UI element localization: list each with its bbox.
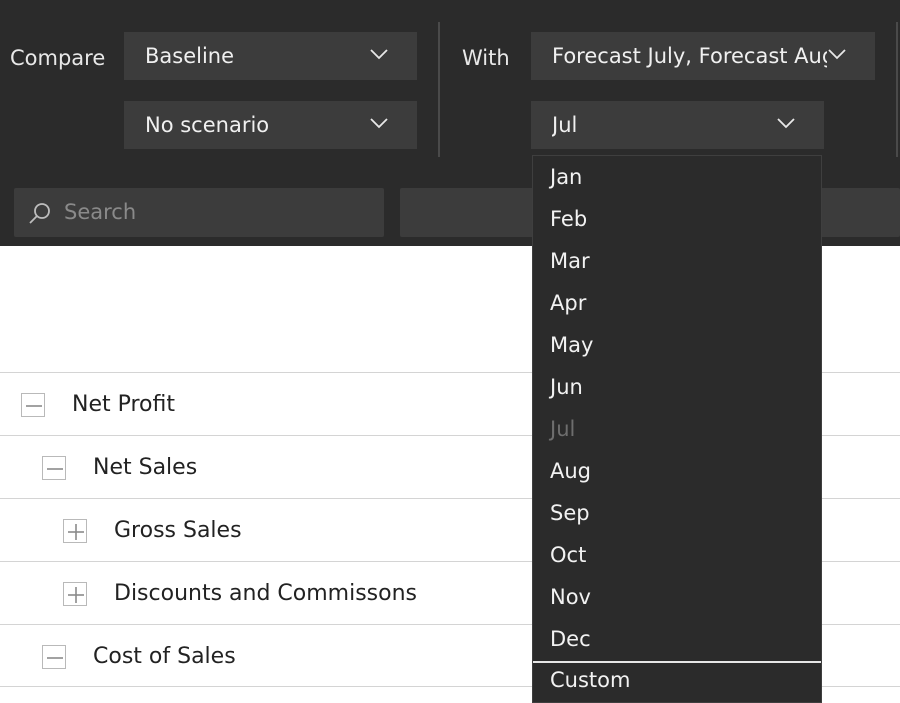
- menu-item-custom[interactable]: Custom: [533, 659, 821, 701]
- chevron-down-icon: [828, 49, 846, 60]
- toolbar-divider: [438, 22, 440, 157]
- menu-item-jul: Jul: [550, 417, 576, 441]
- menu-item-nov[interactable]: Nov: [533, 576, 821, 618]
- chevron-down-icon: [777, 118, 795, 129]
- menu-item-feb[interactable]: Feb: [533, 198, 821, 240]
- menu-item-jun[interactable]: Jun: [533, 366, 821, 408]
- expand-icon[interactable]: [63, 582, 87, 606]
- menu-item-aug[interactable]: Aug: [533, 450, 821, 492]
- with-dropdown[interactable]: Forecast July, Forecast Aug: [531, 32, 875, 80]
- row-label: Gross Sales: [114, 518, 242, 543]
- menu-item-may[interactable]: May: [533, 324, 821, 366]
- compare-label: Compare: [10, 46, 106, 70]
- menu-item-dec[interactable]: Dec: [533, 618, 821, 660]
- compare-dropdown-value: Baseline: [145, 44, 235, 68]
- month-dropdown-value: Jul: [552, 113, 578, 137]
- with-label: With: [462, 46, 510, 70]
- scenario-dropdown-value: No scenario: [145, 113, 270, 137]
- collapse-icon[interactable]: [21, 393, 45, 417]
- expand-icon[interactable]: [63, 519, 87, 543]
- month-dropdown[interactable]: Jul: [531, 101, 824, 149]
- search-box[interactable]: [14, 188, 384, 237]
- chevron-down-icon: [370, 118, 388, 129]
- menu-item-jan[interactable]: Jan: [533, 156, 821, 198]
- search-icon: [29, 203, 50, 224]
- menu-item-apr[interactable]: Apr: [533, 282, 821, 324]
- toolbar-divider-right: [896, 22, 898, 157]
- month-dropdown-menu: Jan Feb Mar Apr May Jun Jul Aug Sep Oct …: [532, 155, 822, 703]
- row-label: Cost of Sales: [93, 644, 236, 669]
- menu-item-mar[interactable]: Mar: [533, 240, 821, 282]
- menu-item-oct[interactable]: Oct: [533, 534, 821, 576]
- with-dropdown-value: Forecast July, Forecast Aug: [552, 44, 827, 68]
- collapse-icon[interactable]: [42, 645, 66, 669]
- collapse-icon[interactable]: [42, 456, 66, 480]
- row-label: Discounts and Commissons: [114, 581, 418, 606]
- compare-toolbar: Compare Baseline No scenario With Foreca…: [0, 0, 900, 178]
- compare-dropdown[interactable]: Baseline: [124, 32, 417, 80]
- search-input[interactable]: [64, 196, 364, 228]
- chevron-down-icon: [370, 49, 388, 60]
- scenario-dropdown[interactable]: No scenario: [124, 101, 417, 149]
- row-label: Net Profit: [72, 392, 175, 417]
- row-label: Net Sales: [93, 455, 198, 480]
- menu-item-sep[interactable]: Sep: [533, 492, 821, 534]
